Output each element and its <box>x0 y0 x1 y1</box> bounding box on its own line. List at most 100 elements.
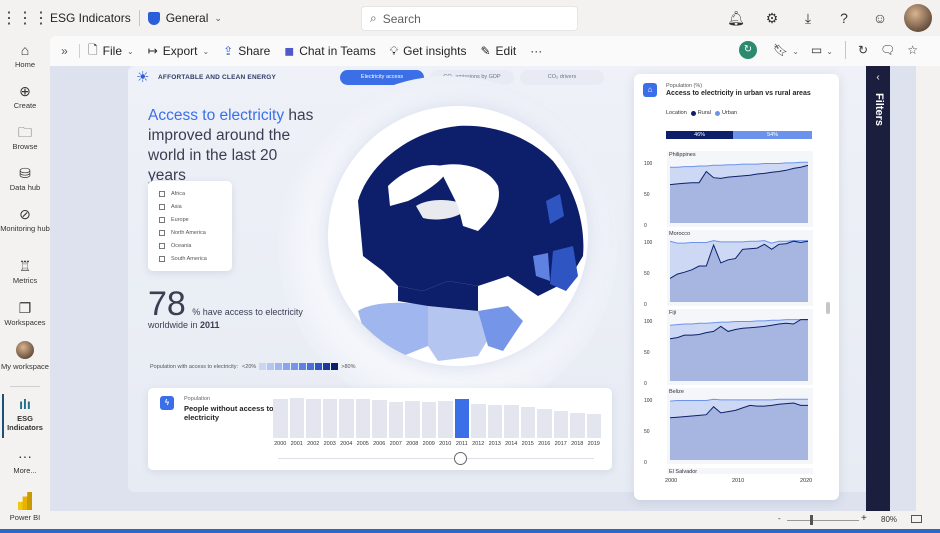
year-label: 2002 <box>307 441 320 447</box>
timeline-bar-2011[interactable] <box>454 398 469 438</box>
region-checkbox-europe[interactable]: Europe <box>159 213 232 226</box>
zoom-in-button[interactable]: + <box>861 513 867 524</box>
data-hub-icon: ⛁ <box>19 165 31 181</box>
timeline-bar-2013[interactable] <box>487 404 502 438</box>
checkbox[interactable] <box>159 203 165 210</box>
search-input[interactable]: ⌕ Search <box>362 7 577 30</box>
zoom-out-button[interactable]: - <box>778 514 781 523</box>
checkbox[interactable] <box>159 242 165 249</box>
timeline-bar-2018[interactable] <box>570 412 585 438</box>
legend-urban[interactable]: Urban <box>722 110 737 116</box>
favorite-icon[interactable]: ☆ <box>907 43 918 57</box>
get-insights-button[interactable]: 💡︎ Get insights <box>390 44 467 59</box>
map-svg <box>358 125 584 361</box>
tab-co2-drivers[interactable]: CO₂ drivers <box>520 70 604 85</box>
timeline-bar-2016[interactable] <box>537 409 552 438</box>
timeline-bar-2008[interactable] <box>405 401 420 438</box>
legend-rural[interactable]: Rural <box>698 110 711 116</box>
nav-esg-indicators[interactable]: ılı ESG Indicators <box>0 394 50 438</box>
region-checkbox-oceania[interactable]: Oceania <box>159 239 232 252</box>
region-checkbox-north-america[interactable]: North America <box>159 226 232 239</box>
nav-data-hub[interactable]: ⛁ Data hub <box>0 165 50 192</box>
globe-map[interactable] <box>328 106 588 366</box>
nav-metrics[interactable]: ♖ Metrics <box>0 258 50 285</box>
help-icon[interactable]: ? <box>826 10 862 26</box>
year-slider-handle[interactable] <box>454 452 467 465</box>
timeline-bar-2009[interactable] <box>421 401 436 438</box>
y-tick: 50 <box>644 350 650 356</box>
rural-share[interactable]: 46% <box>666 131 734 139</box>
country-chart-belize[interactable]: Belize <box>667 388 813 464</box>
chat-in-teams-button[interactable]: ◼ Chat in Teams <box>284 44 375 58</box>
app-title[interactable]: ESG Indicators <box>50 10 140 26</box>
map-region-south-asia <box>550 246 578 291</box>
timeline-bar-2019[interactable] <box>586 414 601 438</box>
share-button[interactable]: ⇪ Share <box>223 44 270 58</box>
nav-power-bi[interactable]: Power BI <box>0 492 50 522</box>
feedback-icon[interactable]: ☺ <box>862 10 898 26</box>
zoom-slider[interactable] <box>787 520 859 521</box>
timeline-bar-2017[interactable] <box>553 410 568 438</box>
timeline-bar-2004[interactable] <box>339 399 354 438</box>
timeline-bar-2005[interactable] <box>355 398 370 438</box>
nav-workspaces[interactable]: ❐ Workspaces <box>0 300 50 327</box>
zoom-slider-handle[interactable] <box>810 515 813 525</box>
nav-home[interactable]: ⌂ Home <box>0 42 50 69</box>
export-menu[interactable]: ↦ Export ⌄ <box>148 44 209 58</box>
country-chart-fiji[interactable]: Fiji <box>667 309 813 385</box>
timeline-bar-2014[interactable] <box>504 405 519 438</box>
y-tick: 100 <box>644 161 653 167</box>
filters-pane[interactable]: ‹ Filters <box>866 66 890 511</box>
refresh-status-icon[interactable]: ↻ <box>738 41 757 59</box>
timeline-bar-2000[interactable] <box>273 399 288 438</box>
workspace-selector[interactable]: General ⌄ <box>147 11 222 25</box>
fit-to-page-icon[interactable] <box>911 515 922 523</box>
comment-icon[interactable]: 🗨︎ <box>880 43 895 57</box>
checkbox[interactable] <box>159 216 165 223</box>
timeline-card: ϟ Population People without access to el… <box>148 388 612 470</box>
expand-icon[interactable]: » <box>50 44 80 58</box>
file-menu[interactable]: 🗋 File ⌄ <box>88 41 134 62</box>
country-chart-philippines[interactable]: Philippines <box>667 151 813 227</box>
timeline-bar-2007[interactable] <box>388 402 403 438</box>
urban-dot-icon <box>714 110 720 116</box>
gear-icon[interactable]: ⚙ <box>754 10 790 27</box>
timeline-bar-2010[interactable] <box>438 401 453 438</box>
timeline-bar-2001[interactable] <box>289 398 304 438</box>
region-filter: Africa Asia Europe North America Oceania… <box>148 181 232 271</box>
checkbox[interactable] <box>159 229 165 236</box>
refresh-icon[interactable]: ↻ <box>858 43 868 57</box>
avatar[interactable] <box>904 4 932 32</box>
timeline-bar-2002[interactable] <box>306 398 321 438</box>
stat-text: % have access to electricity <box>192 307 303 317</box>
nav-more[interactable]: ··· More... <box>0 448 50 475</box>
scrollbar-thumb[interactable] <box>826 302 830 314</box>
y-tick: 50 <box>644 429 650 435</box>
app-launcher-icon[interactable]: ⋮⋮⋮ <box>0 8 50 28</box>
more-options-button[interactable]: ··· <box>530 44 542 58</box>
region-checkbox-asia[interactable]: Asia <box>159 200 232 213</box>
nav-create[interactable]: ⊕ Create <box>0 83 50 110</box>
checkbox[interactable] <box>159 255 165 262</box>
nav-my-workspace[interactable]: My workspace <box>0 341 50 371</box>
more-icon: ··· <box>18 448 32 464</box>
edit-button[interactable]: ✎ Edit <box>480 44 516 58</box>
timeline-bar-2015[interactable] <box>520 407 535 438</box>
year-slider-track[interactable] <box>278 458 594 459</box>
timeline-bar-2006[interactable] <box>372 399 387 438</box>
urban-share[interactable]: 54% <box>733 131 812 139</box>
collapse-icon[interactable]: ‹ <box>866 72 890 83</box>
nav-monitoring-hub[interactable]: ⊘ Monitoring hub <box>0 206 50 233</box>
nav-browse[interactable]: 🗀 Browse <box>0 124 50 151</box>
timeline-bar-2012[interactable] <box>471 403 486 438</box>
home-icon: ⌂ <box>643 83 657 97</box>
view-menu[interactable]: ▭ ⌄ <box>811 43 833 57</box>
timeline-bar-2003[interactable] <box>322 398 337 438</box>
country-chart-morocco[interactable]: Morocco <box>667 230 813 306</box>
region-checkbox-south-america[interactable]: South America <box>159 252 232 265</box>
bell-icon[interactable]: 🔔︎ <box>718 10 754 27</box>
bookmark-menu[interactable]: 🔖︎ ⌄ <box>773 43 799 57</box>
region-checkbox-africa[interactable]: Africa <box>159 187 232 200</box>
checkbox[interactable] <box>159 190 165 197</box>
download-icon[interactable]: ⤓ <box>790 10 826 27</box>
